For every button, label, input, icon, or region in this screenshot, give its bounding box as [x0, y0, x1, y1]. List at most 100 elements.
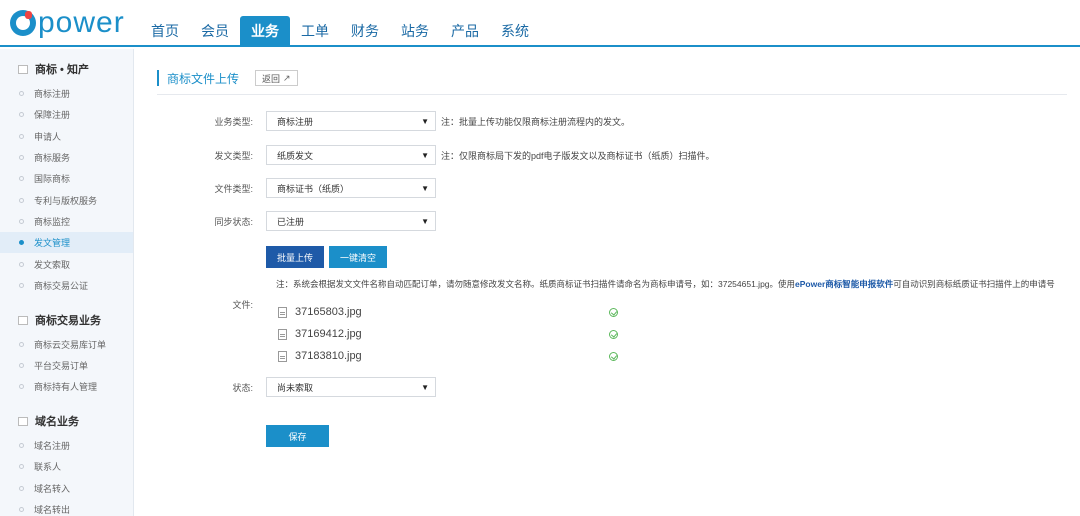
main-nav: 首页 会员 业务 工单 财务 站务 产品 系统: [140, 16, 540, 47]
clear-all-button[interactable]: 一键清空: [329, 246, 388, 268]
sidebar-item-label: 域名注册: [34, 441, 71, 451]
bullet-icon: [19, 134, 24, 139]
file-type-select[interactable]: 商标证书（纸质） ▼: [266, 178, 436, 198]
nav-item-finance[interactable]: 财务: [340, 16, 390, 47]
business-type-label: 业务类型:: [214, 117, 253, 127]
bullet-icon: [19, 363, 24, 368]
epower-software-link[interactable]: ePower商标智能申报软件: [795, 279, 893, 289]
bullet-icon: [19, 384, 24, 389]
logo-e-mark: [10, 10, 36, 36]
file-type-value: 商标证书（纸质）: [277, 183, 350, 194]
bullet-icon: [19, 155, 24, 160]
sidebar-item-contacts[interactable]: 联系人: [0, 456, 133, 477]
bullet-icon: [19, 176, 24, 181]
back-button[interactable]: 返回 ↗: [255, 70, 298, 86]
sidebar-item-domain-registration[interactable]: 域名注册: [0, 435, 133, 456]
sidebar-item-platform-trade-orders[interactable]: 平台交易订单: [0, 355, 133, 376]
bullet-icon: [19, 342, 24, 347]
sidebar-item-domain-transfer-in[interactable]: 域名转入: [0, 478, 133, 499]
sidebar-item-document-request[interactable]: 发文索取: [0, 254, 133, 275]
check-circle-icon: [609, 308, 618, 317]
sidebar-item-trade-notarization[interactable]: 商标交易公证: [0, 275, 133, 296]
sidebar-item-label: 商标监控: [34, 217, 71, 227]
title-accent-bar: [157, 70, 159, 86]
sync-status-select[interactable]: 已注册 ▼: [266, 211, 436, 231]
batch-upload-button[interactable]: 批量上传: [266, 246, 325, 268]
sidebar-item-document-management[interactable]: 发文管理: [0, 232, 133, 253]
bullet-icon: [19, 283, 24, 288]
return-arrow-icon: ↗: [283, 72, 291, 83]
sidebar-item-label: 商标服务: [34, 153, 71, 163]
bullet-icon: [19, 262, 24, 267]
nav-item-system[interactable]: 系统: [490, 16, 540, 47]
status-select[interactable]: 尚未索取 ▼: [266, 377, 436, 397]
header-divider: [157, 94, 1067, 95]
sidebar-item-domain-transfer-out[interactable]: 域名转出: [0, 499, 133, 516]
doc-type-label: 发文类型:: [214, 151, 253, 161]
bullet-icon: [19, 464, 24, 469]
sidebar-item-label: 保障注册: [34, 110, 71, 120]
files-label: 文件:: [232, 300, 253, 310]
sidebar-item-label: 国际商标: [34, 174, 71, 184]
doc-type-select[interactable]: 纸质发文 ▼: [266, 145, 436, 165]
sidebar-item-label: 发文索取: [34, 260, 71, 270]
bullet-icon: [19, 443, 24, 448]
file-icon: [278, 306, 287, 318]
sidebar-group-trademark-trading[interactable]: 商标交易业务: [0, 310, 133, 330]
nav-item-products[interactable]: 产品: [440, 16, 490, 47]
sidebar-group-domain[interactable]: 域名业务: [0, 411, 133, 431]
dropdown-caret-icon: ▼: [421, 184, 429, 193]
nav-item-home[interactable]: 首页: [140, 16, 190, 47]
file-type-label: 文件类型:: [214, 184, 253, 194]
group-square-icon: [18, 64, 28, 74]
file-row[interactable]: 37183810.jpg: [278, 347, 362, 365]
sidebar-item-label: 域名转出: [34, 505, 71, 515]
sidebar-item-label: 商标持有人管理: [34, 382, 98, 392]
sidebar-group-label: 商标交易业务: [35, 315, 101, 327]
nav-item-tickets[interactable]: 工单: [290, 16, 340, 47]
sidebar-item-label: 商标云交易库订单: [34, 340, 107, 350]
bullet-icon: [19, 91, 24, 96]
dropdown-caret-icon: ▼: [421, 117, 429, 126]
check-circle-icon: [609, 352, 618, 361]
save-button[interactable]: 保存: [266, 425, 329, 447]
sidebar-group-label: 域名业务: [35, 416, 79, 428]
business-type-value: 商标注册: [277, 116, 314, 127]
sidebar-item-guaranteed-registration[interactable]: 保障注册: [0, 104, 133, 125]
sidebar-item-cloud-trade-orders[interactable]: 商标云交易库订单: [0, 334, 133, 355]
sidebar-item-label: 联系人: [34, 462, 62, 472]
sidebar-group-label: 商标 • 知产: [35, 64, 89, 76]
sidebar-item-trademark-monitoring[interactable]: 商标监控: [0, 211, 133, 232]
sidebar-group-trademark[interactable]: 商标 • 知产: [0, 59, 133, 79]
sidebar-item-holder-management[interactable]: 商标持有人管理: [0, 376, 133, 397]
file-name: 37183810.jpg: [295, 350, 362, 362]
bullet-icon: [19, 219, 24, 224]
nav-item-members[interactable]: 会员: [190, 16, 240, 47]
page-header: 商标文件上传 返回 ↗: [157, 69, 298, 87]
file-row[interactable]: 37169412.jpg: [278, 325, 362, 343]
content-panel: 商标文件上传 返回 ↗ 业务类型: 商标注册 ▼ 注：批量上传功能仅限商标注册流…: [143, 59, 1075, 512]
business-type-select[interactable]: 商标注册 ▼: [266, 111, 436, 131]
status-value: 尚未索取: [277, 382, 314, 393]
sidebar-item-trademark-registration[interactable]: 商标注册: [0, 83, 133, 104]
doc-type-note: 注：仅限商标局下发的pdf电子版发文以及商标证书（纸质）扫描件。: [441, 151, 715, 161]
sidebar-item-applicant[interactable]: 申请人: [0, 126, 133, 147]
back-button-label: 返回: [262, 73, 281, 84]
upload-form: 商标文件上传 返回 ↗ 业务类型: 商标注册 ▼ 注：批量上传功能仅限商标注册流…: [143, 59, 1075, 512]
file-icon: [278, 328, 287, 340]
nav-item-business[interactable]: 业务: [240, 16, 290, 47]
dropdown-caret-icon: ▼: [421, 151, 429, 160]
file-row[interactable]: 37165803.jpg: [278, 303, 362, 321]
sidebar-item-international-trademark[interactable]: 国际商标: [0, 168, 133, 189]
sync-status-value: 已注册: [277, 216, 305, 227]
bullet-icon: [19, 112, 24, 117]
sidebar-item-trademark-services[interactable]: 商标服务: [0, 147, 133, 168]
sidebar-item-patent-copyright[interactable]: 专利与版权服务: [0, 190, 133, 211]
file-name: 37165803.jpg: [295, 306, 362, 318]
nav-item-site-affairs[interactable]: 站务: [390, 16, 440, 47]
file-naming-note: 注：系统会根据发文文件名称自动匹配订单，请勿随意修改发文名称。纸质商标证书扫描件…: [276, 278, 1055, 290]
sidebar-item-label: 专利与版权服务: [34, 196, 98, 206]
bullet-icon: [19, 486, 24, 491]
group-square-icon: [18, 315, 28, 325]
epower-logo[interactable]: power: [10, 8, 125, 38]
